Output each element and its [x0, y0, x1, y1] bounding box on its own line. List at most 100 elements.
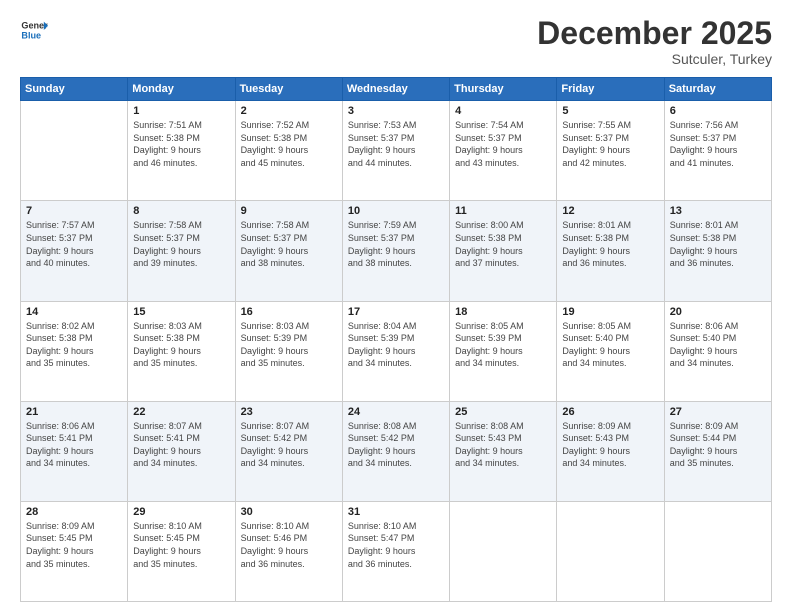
day-number: 21	[26, 406, 122, 418]
day-number: 6	[670, 105, 766, 117]
day-info: Sunrise: 8:10 AMSunset: 5:45 PMDaylight:…	[133, 520, 229, 570]
day-info: Sunrise: 8:08 AMSunset: 5:43 PMDaylight:…	[455, 420, 551, 470]
day-info: Sunrise: 8:02 AMSunset: 5:38 PMDaylight:…	[26, 320, 122, 370]
svg-text:Blue: Blue	[21, 30, 41, 40]
location-subtitle: Sutculer, Turkey	[537, 51, 772, 67]
day-info: Sunrise: 8:10 AMSunset: 5:46 PMDaylight:…	[241, 520, 337, 570]
logo: General Blue	[20, 16, 48, 44]
day-info: Sunrise: 7:58 AMSunset: 5:37 PMDaylight:…	[241, 219, 337, 269]
day-cell: 6 Sunrise: 7:56 AMSunset: 5:37 PMDaylight…	[664, 101, 771, 201]
day-info: Sunrise: 7:56 AMSunset: 5:37 PMDaylight:…	[670, 119, 766, 169]
day-info: Sunrise: 7:55 AMSunset: 5:37 PMDaylight:…	[562, 119, 658, 169]
day-number: 23	[241, 406, 337, 418]
day-cell: 22 Sunrise: 8:07 AMSunset: 5:41 PMDayligh…	[128, 401, 235, 501]
day-cell: 8 Sunrise: 7:58 AMSunset: 5:37 PMDaylight…	[128, 201, 235, 301]
day-number: 1	[133, 105, 229, 117]
day-cell	[664, 501, 771, 601]
day-info: Sunrise: 8:09 AMSunset: 5:44 PMDaylight:…	[670, 420, 766, 470]
day-info: Sunrise: 8:05 AMSunset: 5:39 PMDaylight:…	[455, 320, 551, 370]
weekday-header-sunday: Sunday	[21, 78, 128, 101]
day-info: Sunrise: 8:03 AMSunset: 5:39 PMDaylight:…	[241, 320, 337, 370]
day-cell: 12 Sunrise: 8:01 AMSunset: 5:38 PMDayligh…	[557, 201, 664, 301]
day-info: Sunrise: 8:00 AMSunset: 5:38 PMDaylight:…	[455, 219, 551, 269]
day-number: 11	[455, 205, 551, 217]
day-cell: 5Sunrise: 7:55 AMSunset: 5:37 PMDaylight…	[557, 101, 664, 201]
day-info: Sunrise: 7:51 AMSunset: 5:38 PMDaylight:…	[133, 119, 229, 169]
day-number: 4	[455, 105, 551, 117]
day-number: 14	[26, 306, 122, 318]
day-cell: 18 Sunrise: 8:05 AMSunset: 5:39 PMDayligh…	[450, 301, 557, 401]
day-number: 15	[133, 306, 229, 318]
day-info: Sunrise: 7:52 AMSunset: 5:38 PMDaylight:…	[241, 119, 337, 169]
day-number: 28	[26, 506, 122, 518]
week-row-2: 14 Sunrise: 8:02 AMSunset: 5:38 PMDayligh…	[21, 301, 772, 401]
header: General Blue December 2025 Sutculer, Tur…	[20, 16, 772, 67]
day-info: Sunrise: 8:09 AMSunset: 5:43 PMDaylight:…	[562, 420, 658, 470]
day-number: 12	[562, 205, 658, 217]
day-number: 2	[241, 105, 337, 117]
day-info: Sunrise: 7:58 AMSunset: 5:37 PMDaylight:…	[133, 219, 229, 269]
day-cell	[557, 501, 664, 601]
day-cell: 25Sunrise: 8:08 AMSunset: 5:43 PMDayligh…	[450, 401, 557, 501]
day-cell: 28 Sunrise: 8:09 AMSunset: 5:45 PMDayligh…	[21, 501, 128, 601]
day-number: 19	[562, 306, 658, 318]
day-cell: 17Sunrise: 8:04 AMSunset: 5:39 PMDayligh…	[342, 301, 449, 401]
day-cell: 10 Sunrise: 7:59 AMSunset: 5:37 PMDayligh…	[342, 201, 449, 301]
day-cell: 15 Sunrise: 8:03 AMSunset: 5:38 PMDayligh…	[128, 301, 235, 401]
day-info: Sunrise: 7:59 AMSunset: 5:37 PMDaylight:…	[348, 219, 444, 269]
day-number: 30	[241, 506, 337, 518]
day-number: 16	[241, 306, 337, 318]
day-number: 3	[348, 105, 444, 117]
day-number: 17	[348, 306, 444, 318]
day-number: 26	[562, 406, 658, 418]
day-number: 31	[348, 506, 444, 518]
day-info: Sunrise: 8:08 AMSunset: 5:42 PMDaylight:…	[348, 420, 444, 470]
weekday-header-friday: Friday	[557, 78, 664, 101]
day-cell	[450, 501, 557, 601]
day-info: Sunrise: 8:01 AMSunset: 5:38 PMDaylight:…	[670, 219, 766, 269]
week-row-4: 28 Sunrise: 8:09 AMSunset: 5:45 PMDayligh…	[21, 501, 772, 601]
day-info: Sunrise: 7:53 AMSunset: 5:37 PMDaylight:…	[348, 119, 444, 169]
day-number: 27	[670, 406, 766, 418]
day-number: 18	[455, 306, 551, 318]
week-row-0: 1 Sunrise: 7:51 AMSunset: 5:38 PMDaylight…	[21, 101, 772, 201]
day-number: 22	[133, 406, 229, 418]
day-cell: 19Sunrise: 8:05 AMSunset: 5:40 PMDayligh…	[557, 301, 664, 401]
day-cell: 2 Sunrise: 7:52 AMSunset: 5:38 PMDaylight…	[235, 101, 342, 201]
day-info: Sunrise: 8:01 AMSunset: 5:38 PMDaylight:…	[562, 219, 658, 269]
day-number: 7	[26, 205, 122, 217]
day-cell: 30 Sunrise: 8:10 AMSunset: 5:46 PMDayligh…	[235, 501, 342, 601]
day-cell: 11 Sunrise: 8:00 AMSunset: 5:38 PMDayligh…	[450, 201, 557, 301]
day-cell: 16 Sunrise: 8:03 AMSunset: 5:39 PMDayligh…	[235, 301, 342, 401]
day-info: Sunrise: 7:57 AMSunset: 5:37 PMDaylight:…	[26, 219, 122, 269]
week-row-1: 7 Sunrise: 7:57 AMSunset: 5:37 PMDaylight…	[21, 201, 772, 301]
page: General Blue December 2025 Sutculer, Tur…	[0, 0, 792, 612]
day-cell: 20Sunrise: 8:06 AMSunset: 5:40 PMDayligh…	[664, 301, 771, 401]
day-number: 13	[670, 205, 766, 217]
day-number: 10	[348, 205, 444, 217]
weekday-header-wednesday: Wednesday	[342, 78, 449, 101]
weekday-header-saturday: Saturday	[664, 78, 771, 101]
weekday-header-row: SundayMondayTuesdayWednesdayThursdayFrid…	[21, 78, 772, 101]
day-number: 8	[133, 205, 229, 217]
day-cell: 9 Sunrise: 7:58 AMSunset: 5:37 PMDaylight…	[235, 201, 342, 301]
day-number: 20	[670, 306, 766, 318]
day-info: Sunrise: 7:54 AMSunset: 5:37 PMDaylight:…	[455, 119, 551, 169]
day-cell: 23Sunrise: 8:07 AMSunset: 5:42 PMDayligh…	[235, 401, 342, 501]
day-number: 9	[241, 205, 337, 217]
day-info: Sunrise: 8:07 AMSunset: 5:41 PMDaylight:…	[133, 420, 229, 470]
weekday-header-monday: Monday	[128, 78, 235, 101]
day-cell: 7 Sunrise: 7:57 AMSunset: 5:37 PMDaylight…	[21, 201, 128, 301]
day-cell: 14 Sunrise: 8:02 AMSunset: 5:38 PMDayligh…	[21, 301, 128, 401]
day-cell: 26 Sunrise: 8:09 AMSunset: 5:43 PMDayligh…	[557, 401, 664, 501]
day-info: Sunrise: 8:06 AMSunset: 5:41 PMDaylight:…	[26, 420, 122, 470]
day-cell: 21 Sunrise: 8:06 AMSunset: 5:41 PMDayligh…	[21, 401, 128, 501]
day-info: Sunrise: 8:03 AMSunset: 5:38 PMDaylight:…	[133, 320, 229, 370]
day-cell: 29 Sunrise: 8:10 AMSunset: 5:45 PMDayligh…	[128, 501, 235, 601]
day-cell: 24Sunrise: 8:08 AMSunset: 5:42 PMDayligh…	[342, 401, 449, 501]
week-row-3: 21 Sunrise: 8:06 AMSunset: 5:41 PMDayligh…	[21, 401, 772, 501]
day-info: Sunrise: 8:10 AMSunset: 5:47 PMDaylight:…	[348, 520, 444, 570]
day-info: Sunrise: 8:09 AMSunset: 5:45 PMDaylight:…	[26, 520, 122, 570]
day-number: 29	[133, 506, 229, 518]
month-title: December 2025	[537, 16, 772, 51]
